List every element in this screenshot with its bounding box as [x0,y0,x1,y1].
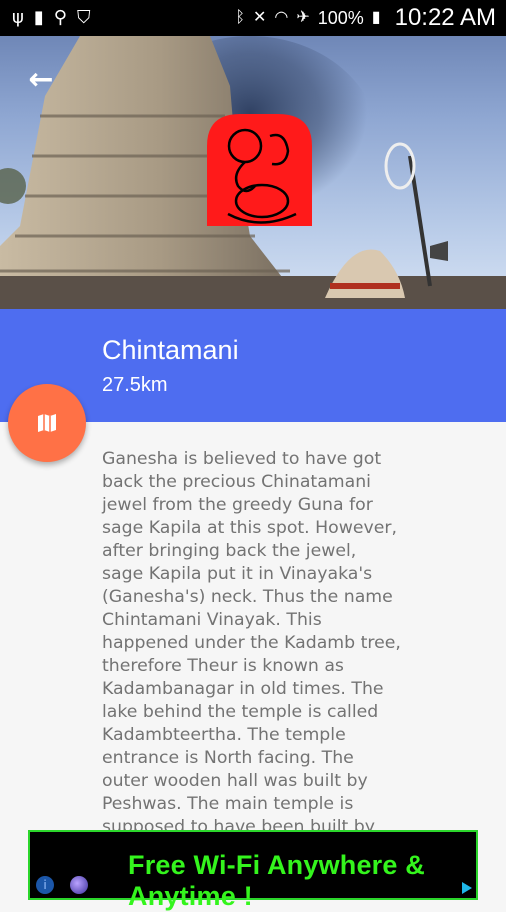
bluetooth-icon: ᛒ [235,9,245,26]
place-title: Chintamani [102,335,239,365]
temple-photo [0,36,506,309]
ad-globe-icon [70,876,88,894]
ganesh-logo-icon [207,114,312,226]
ad-choices-icon[interactable] [462,882,472,894]
location-icon: ⚲ [53,7,67,28]
sd-card-icon: ▮ [33,7,44,28]
hero-image: ← [0,36,506,309]
map-button[interactable] [8,384,86,462]
usb-icon: ψ [12,7,24,28]
mute-icon: ✕ [252,9,267,26]
ad-banner[interactable]: Free Wi-Fi Anywhere & Anytime ! i [28,830,478,911]
ad-info-icon[interactable]: i [36,876,54,894]
airplane-icon: ✈ [296,9,310,26]
ad-text: Free Wi-Fi Anywhere & Anytime ! [128,850,426,911]
clock: 10:22 AM [394,4,496,31]
place-description: Ganesha is believed to have got back the… [102,449,401,837]
wifi-icon: ◠ [274,9,289,26]
battery-icon: ▮ [371,9,381,26]
shield-icon: ⛉ [76,7,91,28]
back-button[interactable]: ← [24,61,58,97]
battery-percent: 100% [317,7,364,28]
map-icon [38,414,56,432]
place-distance: 27.5km [102,374,168,396]
status-bar: ψ ▮ ⚲ ⛉ ᛒ ✕ ◠ ✈ 100% ▮ 10:22 AM [0,0,506,36]
arrow-left-icon: ← [28,61,54,97]
